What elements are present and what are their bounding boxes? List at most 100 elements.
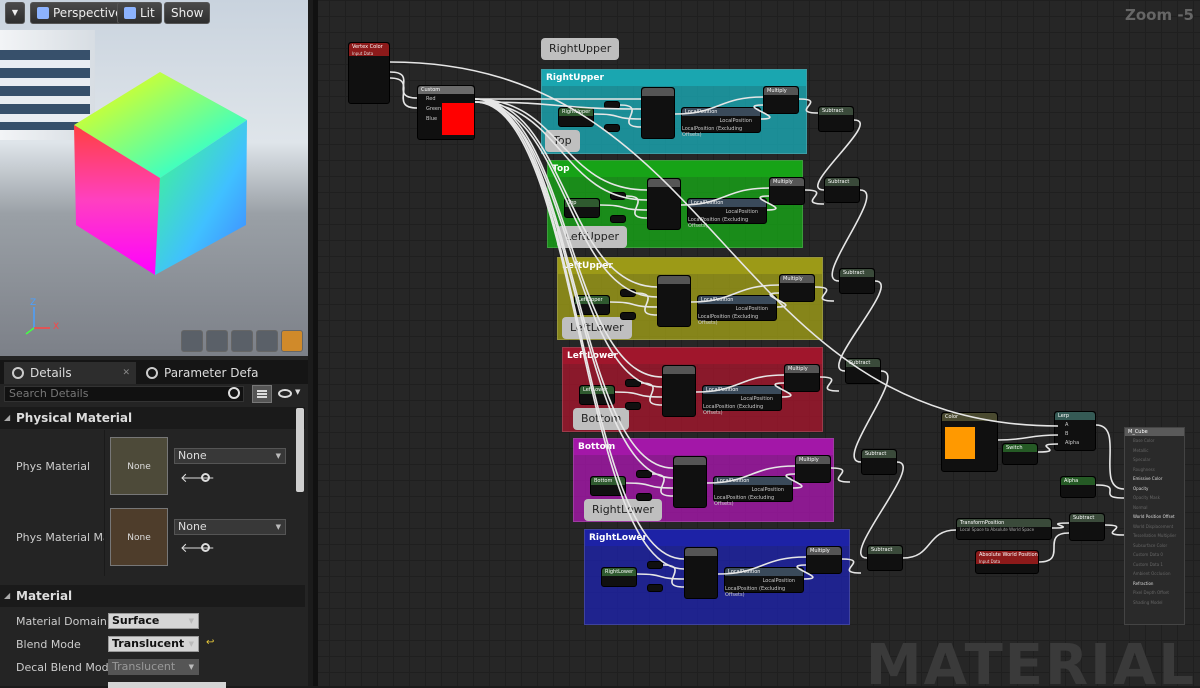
lit-button[interactable]: Lit xyxy=(117,2,162,24)
wire xyxy=(680,187,770,206)
phys-material-label: Phys Material xyxy=(16,460,91,473)
wire xyxy=(841,558,862,574)
show-button[interactable]: Show xyxy=(164,2,211,24)
viewport-options-button[interactable]: ▼ xyxy=(5,2,25,24)
details-tab-bar: Details ✕ Parameter Defaults xyxy=(0,360,308,384)
wire xyxy=(831,189,868,282)
preview-custom-mesh-button[interactable] xyxy=(281,330,303,352)
reset-to-default-icon[interactable]: ↩ xyxy=(206,637,214,648)
wire xyxy=(474,98,674,469)
phys-material-mask-thumbnail[interactable]: None xyxy=(110,508,168,566)
wire xyxy=(593,113,642,120)
material-section-header[interactable]: Material xyxy=(0,585,305,607)
material-domain-label: Material Domain xyxy=(16,615,107,628)
wire xyxy=(474,98,663,378)
blend-mode-value: Translucent xyxy=(112,637,185,650)
wire xyxy=(1095,484,1125,499)
wire xyxy=(1037,443,1059,453)
wire xyxy=(474,98,685,560)
details-search-input[interactable]: Search Details xyxy=(4,386,244,402)
wire xyxy=(1051,522,1070,529)
color-cube-preview xyxy=(25,72,247,335)
perspective-button[interactable]: Perspective xyxy=(30,2,130,24)
wire xyxy=(717,556,807,575)
wire xyxy=(819,376,840,392)
wire xyxy=(474,101,663,388)
chevron-down-icon: ▼ xyxy=(11,8,19,17)
wire-layer xyxy=(389,61,1125,588)
next-property-dropdown[interactable] xyxy=(108,682,226,688)
browse-search-icon[interactable] xyxy=(201,473,210,482)
blend-mode-dropdown[interactable]: Translucent xyxy=(108,636,199,652)
phys-material-mask-label: Phys Material Mask xyxy=(16,531,104,544)
details-scrollbar[interactable] xyxy=(296,408,304,492)
wire xyxy=(599,204,648,211)
wire xyxy=(389,61,1059,427)
decal-blend-mode-label: Decal Blend Mode xyxy=(16,661,116,674)
wire xyxy=(814,286,835,302)
decal-blend-mode-value: Translucent xyxy=(112,660,176,673)
decal-blend-mode-dropdown[interactable]: Translucent xyxy=(108,659,199,675)
browse-search-icon[interactable] xyxy=(201,543,210,552)
phys-material-row: Phys Material None None 🡐 xyxy=(0,432,305,502)
search-icon xyxy=(146,367,158,379)
wire xyxy=(1095,424,1125,490)
material-domain-value: Surface xyxy=(112,614,160,627)
wire xyxy=(759,195,777,211)
wire xyxy=(816,119,862,191)
wire xyxy=(830,467,851,483)
lit-label: Lit xyxy=(140,6,155,20)
wire xyxy=(609,301,658,308)
wire xyxy=(674,96,764,115)
phys-material-mask-thumb-text: None xyxy=(127,533,151,543)
axis-z-label: Z xyxy=(30,298,37,308)
wire xyxy=(798,98,819,114)
wire xyxy=(838,280,882,372)
search-placeholder: Search Details xyxy=(9,387,89,400)
material-header-label: Material xyxy=(16,589,73,603)
phys-material-mask-dropdown[interactable]: None xyxy=(174,519,286,535)
preview-cylinder-button[interactable] xyxy=(181,330,203,352)
wire xyxy=(695,374,785,393)
left-panel: Z X ▼ Perspective Lit Show Details ✕ Para… xyxy=(0,0,308,688)
material-preview-viewport[interactable]: Z X ▼ Perspective Lit Show xyxy=(0,0,308,356)
wire xyxy=(997,434,1059,441)
preview-cube-button[interactable] xyxy=(256,330,278,352)
blend-mode-row: Blend Mode Translucent ↩ xyxy=(0,635,305,655)
physical-material-section-header[interactable]: Physical Material xyxy=(0,407,305,429)
phys-material-dropdown[interactable]: None xyxy=(174,448,286,464)
wire xyxy=(796,564,814,580)
axis-x-label: X xyxy=(53,322,60,332)
preview-sphere-button[interactable] xyxy=(206,330,228,352)
list-icon xyxy=(257,390,267,398)
material-domain-dropdown[interactable]: Surface xyxy=(108,613,199,629)
wire xyxy=(785,473,803,489)
wire xyxy=(753,104,771,120)
search-icon xyxy=(12,367,24,379)
wire xyxy=(1104,524,1125,536)
search-icon[interactable] xyxy=(228,387,240,399)
tab-details[interactable]: Details ✕ xyxy=(4,362,136,384)
tab-details-label: Details xyxy=(30,366,72,380)
wire xyxy=(860,461,904,559)
visibility-options-button[interactable]: ▼ xyxy=(276,386,304,402)
phys-material-thumbnail[interactable]: None xyxy=(110,437,168,495)
wire xyxy=(636,573,685,580)
show-label: Show xyxy=(171,6,204,20)
view-options-button[interactable] xyxy=(252,385,272,403)
tab-parameter-defaults[interactable]: Parameter Defaults xyxy=(138,362,258,384)
wire xyxy=(706,465,796,484)
preview-plane-button[interactable] xyxy=(231,330,253,352)
eye-icon xyxy=(278,389,292,398)
lit-icon xyxy=(124,7,136,19)
blend-mode-label: Blend Mode xyxy=(16,638,81,651)
wire xyxy=(1038,532,1070,563)
material-graph-canvas[interactable]: Zoom -5 MATERIAL RightUpper Top LeftUppe… xyxy=(313,0,1200,686)
perspective-label: Perspective xyxy=(53,6,123,20)
decal-blend-mode-row: Decal Blend Mode Translucent xyxy=(0,658,305,678)
wire xyxy=(774,382,792,398)
wire xyxy=(474,101,685,570)
close-icon[interactable]: ✕ xyxy=(122,362,130,384)
phys-material-mask-row: Phys Material Mask None None 🡐 xyxy=(0,503,305,575)
phys-material-value: None xyxy=(178,449,207,462)
